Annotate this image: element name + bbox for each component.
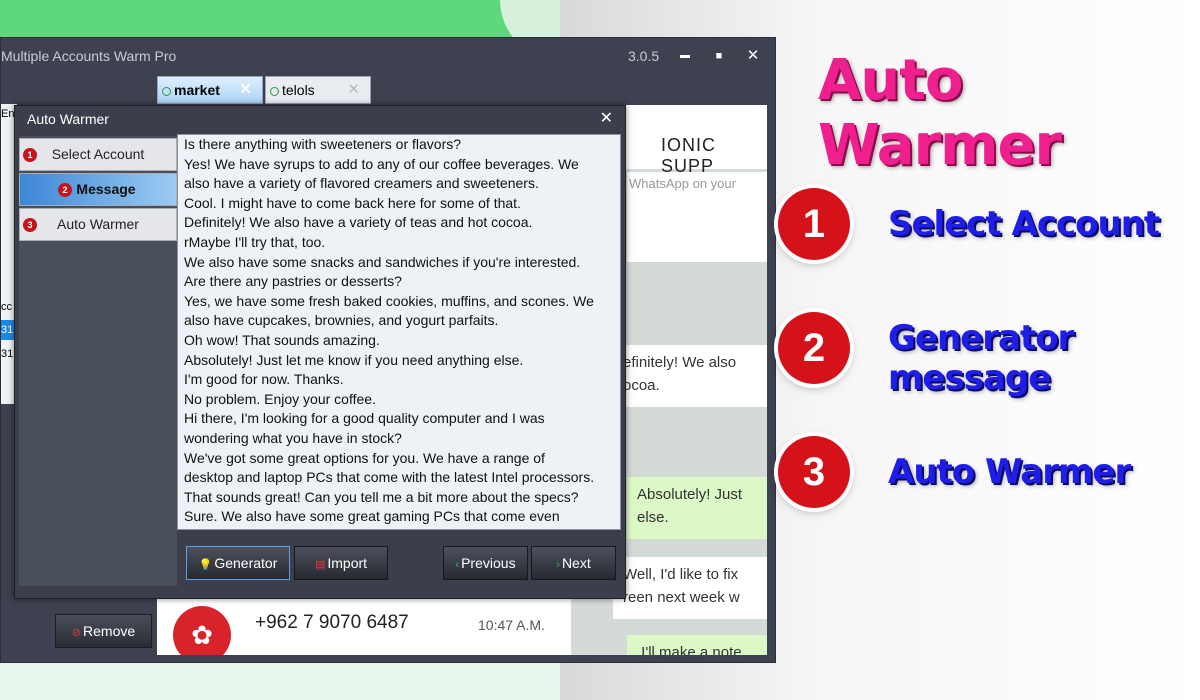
wizard-nav: 1 Select Account 2 Message 3 Auto Warmer [19,136,177,586]
version-label: 3.0.5 [628,48,660,64]
tab-telols[interactable]: telols ✕ [265,76,371,104]
message-line: Cool. I might have to come back here for… [184,194,521,211]
background-bottom [0,662,560,700]
contact-item[interactable]: ✿ +962 7 9070 6487 10:47 A.M. [157,598,571,655]
message-line: Absolutely! Just let me know if you need… [184,351,524,368]
message-bubble: Well, I'd like to fix reen next week w [613,557,767,619]
message-line: We've got some great options for you. We… [184,449,545,466]
contact-name: IONIC SUPP [661,135,717,176]
message-line: Yes! We have syrups to add to any of our… [184,155,579,172]
table-row[interactable]: 31 [1,344,15,364]
message-bubble: efinitely! We also ocoa. [613,345,767,407]
message-line: Definitely! We also have a variety of te… [184,214,533,231]
contact-number: +962 7 9070 6487 [255,612,409,633]
language-select[interactable]: Eng [1,104,15,124]
message-line: Sure. We also have some great gaming PCs… [184,508,560,525]
table-row[interactable]: 31 [1,320,15,340]
feature-badge: 3 [778,436,850,508]
next-button[interactable]: › Next [531,546,616,580]
message-line: I'm good for now. Thanks. [184,371,344,388]
message-list: Is there anything with sweeteners or fla… [178,135,620,527]
previous-button[interactable]: ‹ Previous [443,546,528,580]
auto-warmer-dialog: Auto Warmer ✕ 1 Select Account 2 Message… [14,105,626,599]
remove-button[interactable]: ⊘ Remove [55,614,152,648]
message-line: Is there anything with sweeteners or fla… [184,136,462,152]
column-header: cc [1,301,12,313]
nav-message[interactable]: 2 Message [19,173,177,206]
message-line: No problem. Enjoy your coffee. [184,390,376,407]
remove-label: Remove [83,623,136,639]
promo-headline: Auto Warmer [818,48,1062,178]
feature-label: Select Account [888,204,1160,244]
generator-button[interactable]: 💡 Generator [186,546,290,580]
window-title: Multiple Accounts Warm Pro [1,48,177,64]
nav-label: Auto Warmer [57,216,139,232]
message-line: desktop and laptop PCs that come with th… [184,469,595,486]
close-icon[interactable]: ✕ [739,38,767,74]
title-bar: Multiple Accounts Warm Pro 3.0.5 ▬ ■ ✕ [1,38,775,74]
message-line: wondering what you have in stock? [184,429,402,446]
nav-label: Message [76,181,136,197]
remove-icon: ⊘ [71,627,82,639]
chevron-left-icon: ‹ [455,559,460,571]
import-label: Import [327,555,368,571]
chevron-right-icon: › [556,559,560,571]
nav-auto-warmer[interactable]: 3 Auto Warmer [19,208,177,241]
message-bubble: Absolutely! Just else. [627,477,767,539]
dialog-close-icon[interactable]: ✕ [600,106,613,132]
maximize-icon[interactable]: ■ [705,38,733,74]
generator-label: Generator [214,555,278,571]
avatar: ✿ [173,606,231,655]
message-line: Are there any pastries or desserts? [184,273,402,290]
message-textarea[interactable]: Is there anything with sweeteners or fla… [177,134,621,530]
message-line: Oh wow! That sounds amazing. [184,331,380,348]
feature-label: Generator message [888,318,1074,398]
feature-label: Auto Warmer [888,452,1131,492]
nav-select-account[interactable]: 1 Select Account [19,138,177,171]
tab-label: telols [282,82,315,98]
minimize-icon[interactable]: ▬ [671,38,699,74]
nav-label: Select Account [51,146,145,162]
previous-label: Previous [461,555,516,571]
feature-badge: 2 [778,312,850,384]
bulb-icon: 💡 [198,559,213,571]
message-line: Yes, we have some fresh baked cookies, m… [184,292,594,309]
message-bubble: ,I'll make a note confirm the app [627,635,767,655]
tab-close-icon[interactable]: ✕ [239,77,252,103]
message-line: also have a variety of flavored creamers… [184,175,539,192]
import-button[interactable]: ▤ Import [294,546,388,580]
online-dot-icon [162,86,171,96]
import-icon: ▤ [314,559,326,571]
dialog-title: Auto Warmer [27,111,109,127]
contact-time: 10:47 A.M. [478,617,545,633]
tab-label: market [174,82,220,98]
tab-close-icon[interactable]: ✕ [347,77,360,103]
feature-badge: 1 [778,188,850,260]
message-line: rMaybe I'll try that, too. [184,233,326,250]
message-line: also have cupcakes, brownies, and yogurt… [184,312,499,329]
chat-subtitle: WhatsApp on your [627,172,767,262]
message-line: That sounds great! Can you tell me a bit… [184,488,579,505]
online-dot-icon [270,86,279,96]
tab-market[interactable]: market ✕ [157,76,263,104]
message-line: Hi there, I'm looking for a good quality… [184,410,545,427]
message-line: We also have some snacks and sandwiches … [184,253,581,270]
next-label: Next [561,555,591,571]
